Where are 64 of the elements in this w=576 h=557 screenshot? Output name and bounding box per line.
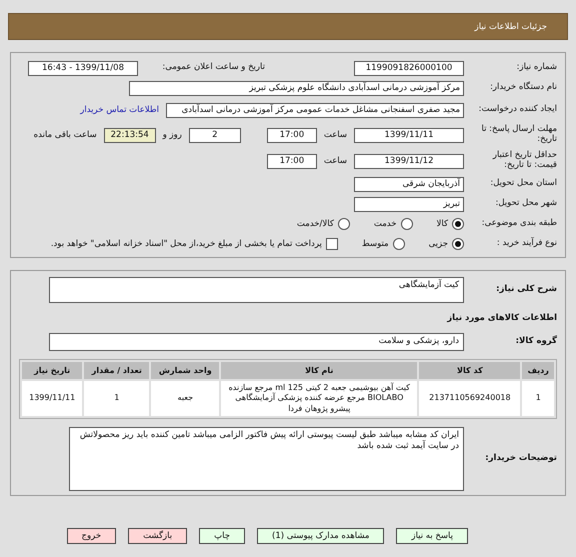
column-header: تعداد / مقدار (84, 362, 150, 379)
field-label: ساعت باقی مانده (34, 130, 97, 140)
goods-group-field: دارو، پزشکی و سلامت (49, 333, 464, 351)
field-label: تاریخ و ساعت اعلان عمومی: (161, 63, 265, 73)
field-label: ایجاد کننده درخواست: (478, 105, 557, 115)
action-button[interactable]: بازگشت (128, 528, 188, 544)
table-cell: 1 (84, 381, 150, 416)
field-label: مهلت ارسال پاسخ: تا تاریخ: (480, 125, 557, 145)
deadline-date-field: 1399/11/11 (354, 128, 464, 142)
city-field: تبریز (354, 196, 464, 212)
buyer-contact-link[interactable]: اطلاعات تماس خریدار (80, 105, 159, 115)
table-cell: 1399/11/11 (22, 381, 82, 416)
radio-label: کالا/خدمت (296, 219, 334, 229)
field-label: ساعت (324, 156, 347, 166)
table-cell: 2137110569240018 (419, 381, 520, 416)
column-header: تاریخ نیاز (22, 362, 82, 379)
table-cell: جعبه (151, 381, 220, 416)
radio-label: کالا (436, 219, 448, 229)
checkbox-label: پرداخت تمام یا بخشی از مبلغ خرید،از محل "اسناد خزانه اسلامی" خواهد بود. (50, 239, 322, 249)
field-label: نام دستگاه خریدار: (489, 83, 557, 93)
column-header: نام کالا (221, 362, 418, 379)
field-label: توضیحات خریدار: (484, 454, 557, 464)
field-label: شماره نیاز: (516, 63, 557, 73)
radio-button[interactable] (392, 238, 405, 250)
radio-button[interactable] (338, 218, 350, 230)
radio-label: خدمت (374, 219, 397, 229)
province-field: آذربایجان شرقی (354, 176, 464, 192)
radio-button[interactable] (400, 218, 413, 230)
days-field: 2 (188, 128, 241, 142)
field-label: نوع فرآیند خرید : (496, 239, 557, 249)
remaining-time-field: 22:13:54 (104, 128, 156, 142)
field-label: طبقه بندی موضوعی: (480, 219, 557, 229)
field-label: ساعت (324, 130, 347, 140)
column-header: واحد شمارش (151, 362, 220, 379)
radio-button[interactable] (452, 218, 464, 230)
table-cell: 1 (522, 381, 554, 416)
field-label: گروه کالا: (514, 337, 557, 347)
table-cell: کیت آهن بیوشیمی جعبه 2 کیتی 125 ml مرجع سازنده BIOLABO مرجع عرضه کننده پزشکی آزمایشگاهی پیشرو پژوهان فردا (221, 381, 418, 416)
field-label: روز و (162, 130, 182, 140)
validity-date-field: 1399/11/12 (354, 154, 464, 168)
radio-label: متوسط (362, 239, 389, 249)
deadline-time-field: 17:00 (266, 128, 317, 142)
summary-field: کیت آزمایشگاهی (49, 277, 464, 303)
action-button[interactable]: مشاهده مدارک پیوستی (1) (256, 528, 384, 544)
action-button[interactable]: خروج (66, 528, 116, 544)
radio-label: جزیی (428, 239, 448, 249)
field-label: استان محل تحویل: (489, 179, 557, 189)
column-header: کد کالا (419, 362, 520, 379)
action-button[interactable]: پاسخ به نیاز (396, 528, 468, 544)
checkbox[interactable] (326, 238, 338, 250)
creator-field: مجید صفری اسفنجانی مشاغل خدمات عمومی مرکز آموزشی درمانی اسدآبادی (166, 102, 464, 118)
column-header: ردیف (522, 362, 554, 379)
action-button[interactable]: چاپ (199, 528, 245, 544)
page-title: جزئیات اطلاعات نیاز (474, 22, 547, 32)
buyer-notes-field: ایران کد مشابه میباشد طبق لیست پیوستی ارائه پیش فاکتور الزامی میباشد تامین کننده باید ریز محصولاتش در سایت آیمد ثبت شده باشد (69, 427, 464, 492)
field-label: شرح کلی نیاز: (495, 285, 557, 295)
validity-time-field: 17:00 (266, 154, 317, 168)
announce-date-field: 1399/11/08 - 16:43 (28, 60, 138, 76)
section-title: اطلاعات کالاهای مورد نیاز (447, 313, 557, 323)
field-label: شهر محل تحویل: (494, 199, 557, 209)
buyer-field: مرکز آموزشی درمانی اسدآبادی دانشگاه علوم پزشکی تبریز (129, 80, 464, 96)
need-number-field: 1199091826000100 (354, 60, 464, 76)
radio-button[interactable] (452, 238, 464, 250)
field-label: حداقل تاریخ اعتبار قیمت: تا تاریخ: (492, 151, 557, 171)
